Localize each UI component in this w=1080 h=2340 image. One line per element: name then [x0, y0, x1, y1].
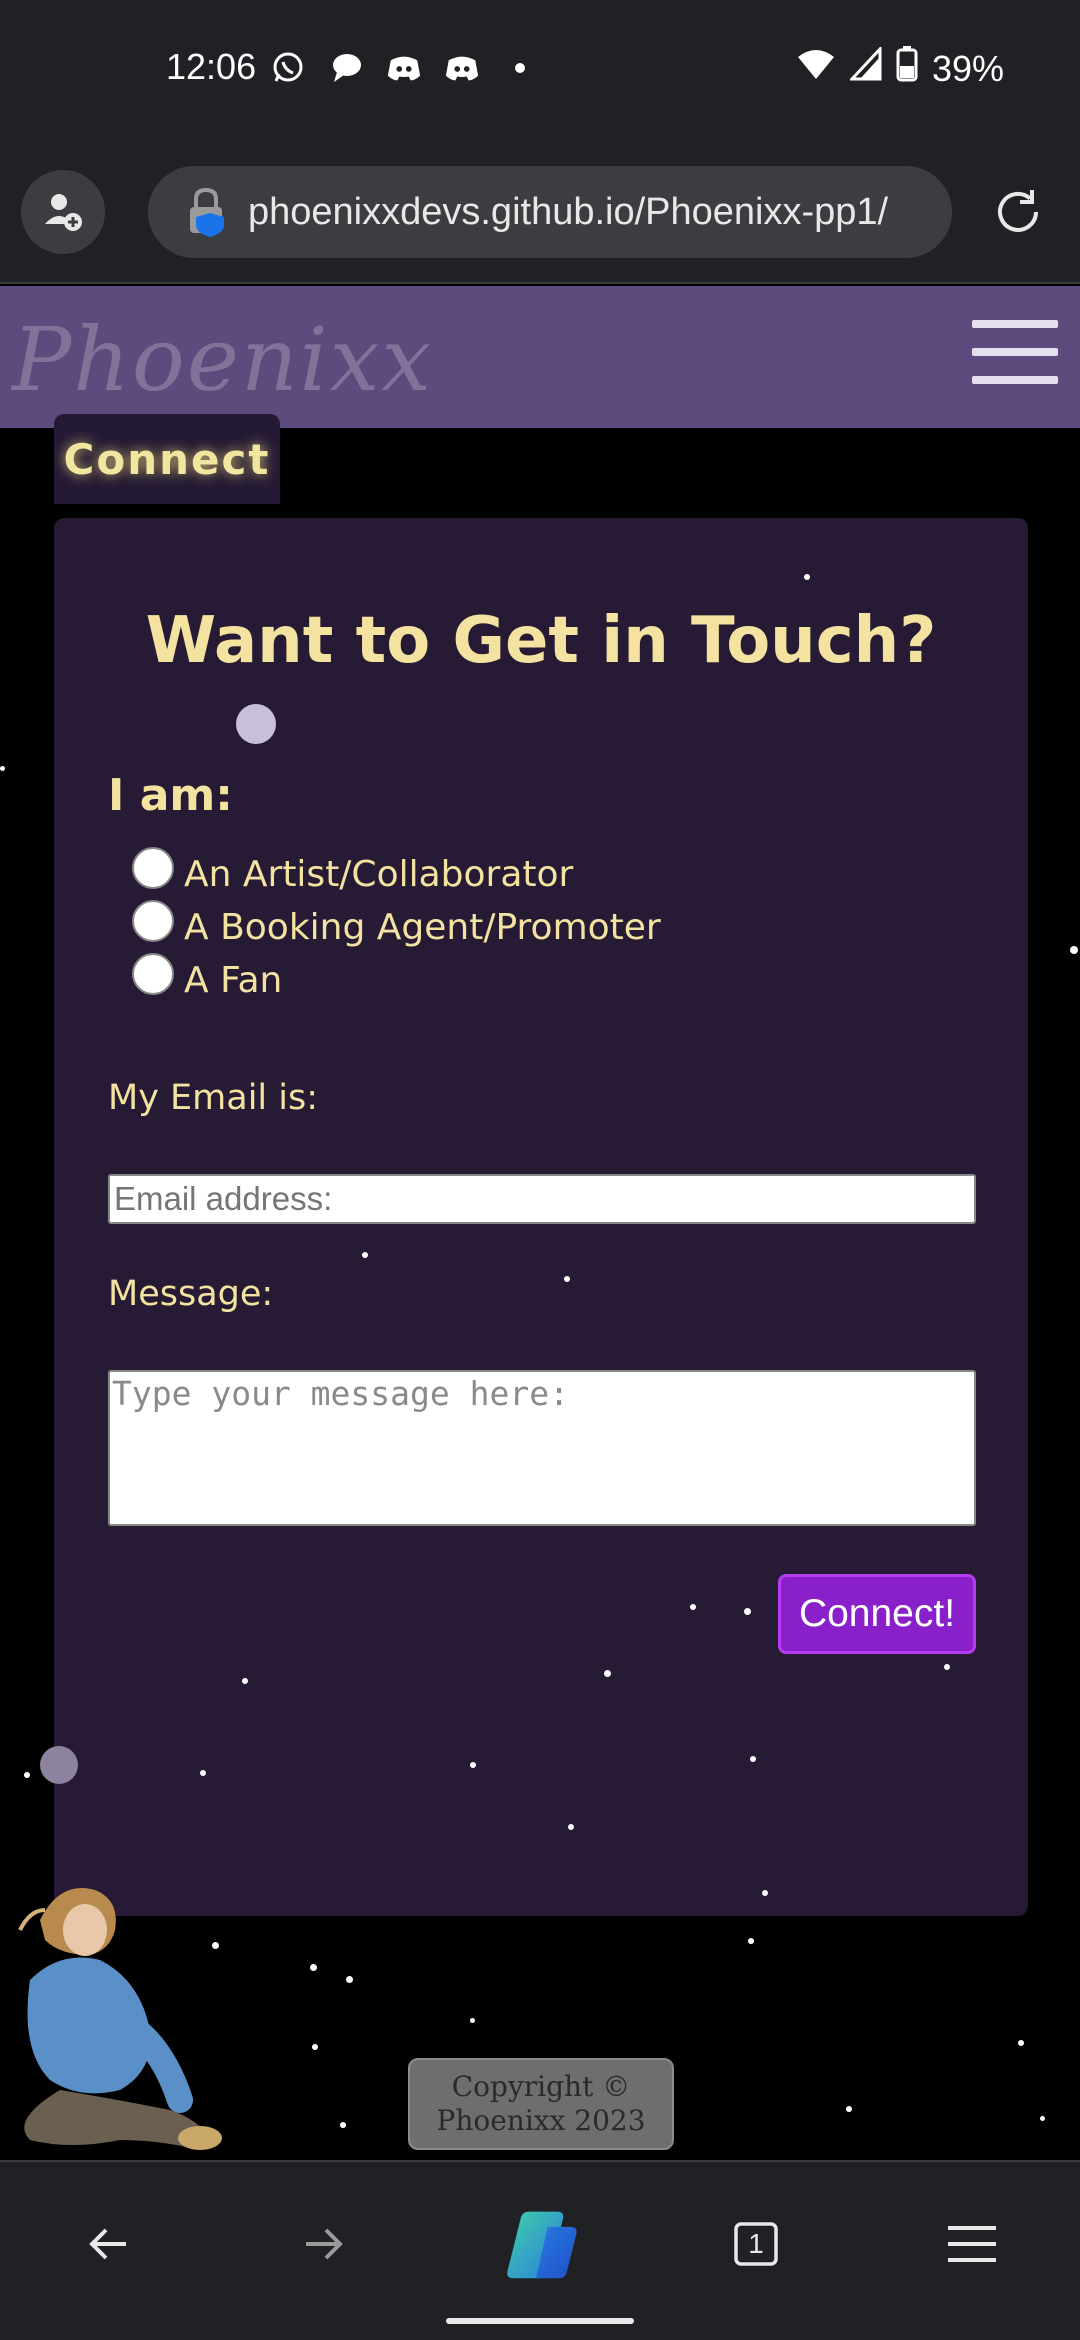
star-decoration [310, 1964, 317, 1971]
radio-label: An Artist/Collaborator [184, 854, 574, 895]
star-decoration [340, 2122, 346, 2128]
battery-icon [896, 46, 918, 91]
wifi-icon [796, 47, 836, 90]
chat-bubble-icon [328, 50, 364, 86]
battery-percent: 39% [931, 47, 1004, 89]
role-label: I am: [108, 770, 233, 821]
copilot-icon [507, 2211, 577, 2279]
star-decoration [690, 1604, 696, 1610]
add-profile-icon [45, 194, 82, 231]
notification-icons [270, 50, 538, 86]
star-decoration [568, 1824, 574, 1830]
star-decoration [200, 1770, 206, 1776]
browser-toolbar: phoenixxdevs.github.io/Phoenixx-pp1/ [0, 140, 1080, 284]
signal-icon [848, 45, 882, 90]
star-decoration [804, 574, 810, 580]
email-label: My Email is: [108, 1078, 319, 1118]
message-label: Message: [108, 1274, 274, 1314]
message-field[interactable]: Type your message here: [108, 1370, 976, 1526]
back-button[interactable] [68, 2204, 148, 2284]
star-decoration [1070, 946, 1078, 954]
back-arrow-icon [89, 2228, 126, 2260]
browser-bottom-bar: 1 [0, 2160, 1080, 2340]
section-tab-connect: Connect [54, 414, 280, 504]
menu-bar [972, 376, 1058, 384]
site-header: Phoenixx [0, 286, 1080, 428]
star-decoration [944, 1664, 950, 1670]
reload-icon [998, 190, 1038, 232]
floating-bubble [236, 704, 276, 744]
star-decoration [242, 1678, 248, 1684]
star-decoration [24, 1772, 30, 1778]
star-decoration [748, 1938, 754, 1944]
role-option-fan[interactable]: A Fan [132, 952, 283, 1001]
site-menu-button[interactable] [972, 320, 1058, 384]
forward-arrow-icon [306, 2228, 343, 2260]
section-tab-label: Connect [63, 434, 271, 484]
tabs-button[interactable]: 1 [716, 2204, 796, 2284]
hamburger-menu-icon [948, 2226, 996, 2262]
menu-bar [972, 348, 1058, 356]
star-decoration [762, 1890, 768, 1896]
copilot-button[interactable] [500, 2204, 580, 2284]
radio-label: A Booking Agent/Promoter [184, 907, 661, 948]
email-field[interactable]: Email address: [108, 1174, 976, 1224]
profile-button[interactable] [21, 170, 105, 254]
home-indicator[interactable] [446, 2318, 634, 2324]
status-time: 12:06 [166, 46, 257, 87]
connect-submit-button[interactable]: Connect! [778, 1574, 976, 1654]
radio-button[interactable] [132, 846, 174, 889]
menu-button[interactable] [932, 2204, 1012, 2284]
star-decoration [346, 1976, 353, 1983]
web-page: Phoenixx Connect Want to Get in Touch? I… [0, 286, 1080, 2160]
character-illustration [18, 1888, 222, 2150]
status-right: 39% [796, 45, 1004, 91]
role-option-artist[interactable]: An Artist/Collaborator [132, 846, 574, 895]
menu-bar [972, 320, 1058, 328]
lock-icon [190, 187, 224, 237]
star-decoration [744, 1608, 751, 1615]
copyright-line: Copyright © [451, 2070, 631, 2103]
address-bar[interactable]: phoenixxdevs.github.io/Phoenixx-pp1/ [148, 166, 952, 258]
star-decoration [470, 2018, 475, 2023]
discord-icon [386, 50, 422, 86]
floating-bubble [40, 1746, 78, 1784]
star-decoration [312, 2044, 318, 2050]
star-decoration [362, 1252, 368, 1258]
url-text: phoenixxdevs.github.io/Phoenixx-pp1/ [248, 190, 889, 233]
star-decoration [1018, 2040, 1024, 2046]
star-decoration [846, 2106, 852, 2112]
star-decoration [470, 1762, 476, 1768]
discord-icon [444, 50, 480, 86]
whatsapp-icon [270, 50, 306, 86]
radio-button[interactable] [132, 899, 174, 942]
tab-count: 1 [748, 2228, 764, 2259]
contact-form-card: Want to Get in Touch? I am: An Artist/Co… [54, 518, 1028, 1916]
star-decoration [0, 766, 5, 771]
copyright-line: Phoenixx 2023 [436, 2104, 646, 2137]
reload-button[interactable] [986, 180, 1050, 244]
copyright-footer: Copyright © Phoenixx 2023 [408, 2058, 674, 2150]
star-decoration [750, 1756, 756, 1762]
status-bar: 12:06 39% [0, 0, 1080, 140]
star-decoration [1040, 2116, 1045, 2121]
forward-button[interactable] [284, 2204, 364, 2284]
radio-label: A Fan [184, 960, 283, 1001]
star-decoration [604, 1670, 611, 1677]
site-logo[interactable]: Phoenixx [12, 308, 433, 411]
radio-button[interactable] [132, 952, 174, 995]
dot-icon [502, 50, 538, 86]
star-decoration [564, 1276, 570, 1282]
form-title: Want to Get in Touch? [145, 604, 937, 678]
role-option-booking-agent[interactable]: A Booking Agent/Promoter [132, 899, 661, 948]
